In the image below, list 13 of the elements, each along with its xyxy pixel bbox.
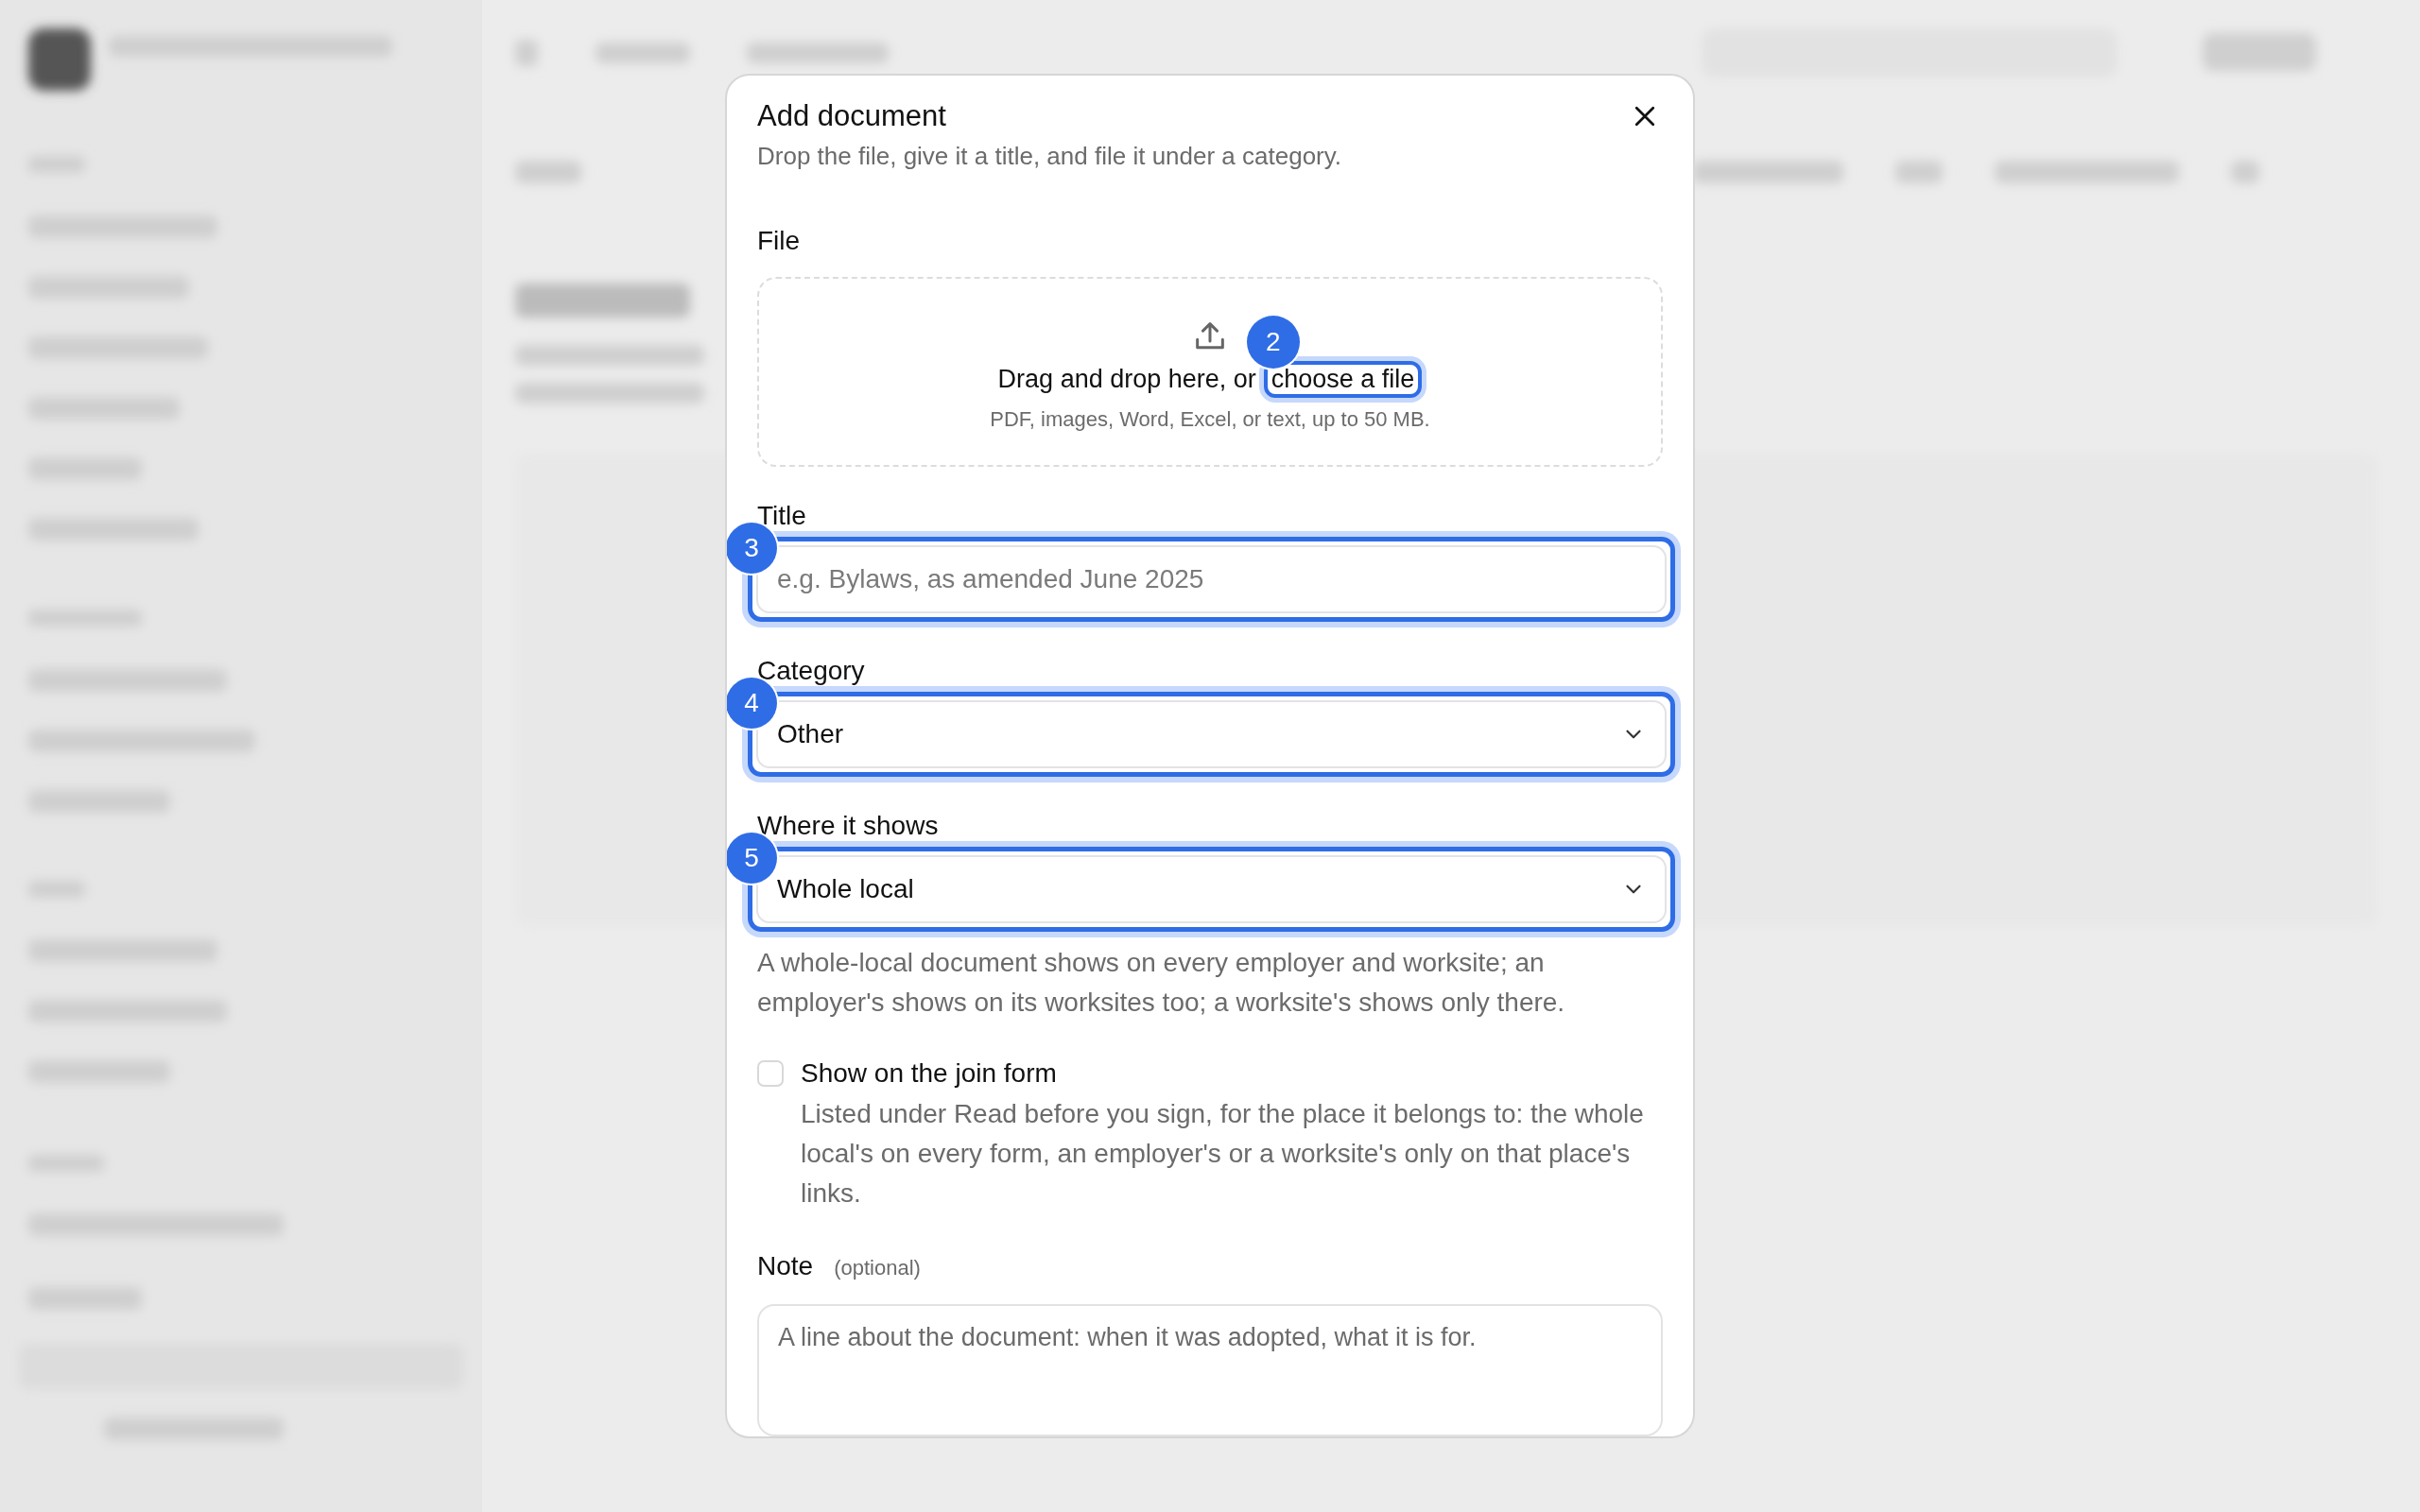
dialog-title: Add document — [757, 99, 946, 134]
optional-tag: (optional) — [834, 1256, 921, 1280]
step-badge: 2 — [1246, 316, 1300, 369]
note-field[interactable]: A line about the document: when it was adopted, what it is for. — [757, 1304, 1663, 1436]
checkbox-label[interactable]: Show on the join form — [801, 1055, 1663, 1092]
field-label: Note — [757, 1250, 814, 1282]
file-hint: PDF, images, Word, Excel, or text, up to 50 MB. — [990, 407, 1430, 433]
field-label: File — [757, 225, 802, 258]
dialog-subtitle: Drop the file, give it a title, and file it under a category. — [757, 142, 1343, 172]
help-text: A whole-local document shows on every employer and worksite; an employer's shows on its worksites too; a worksite's shows only there. — [757, 947, 1566, 1019]
checkbox[interactable] — [757, 1060, 784, 1087]
checkbox-description: Listed under Read before you sign, for the place it belongs to: the whole local's on every form, an employer's or a worksite's only on that place's links. — [801, 1098, 1645, 1210]
drop-zone[interactable]: Drag and drop here, or choose a file 2 PDF, images, Word, Excel, or text, up to 50 MB. — [757, 277, 1663, 467]
